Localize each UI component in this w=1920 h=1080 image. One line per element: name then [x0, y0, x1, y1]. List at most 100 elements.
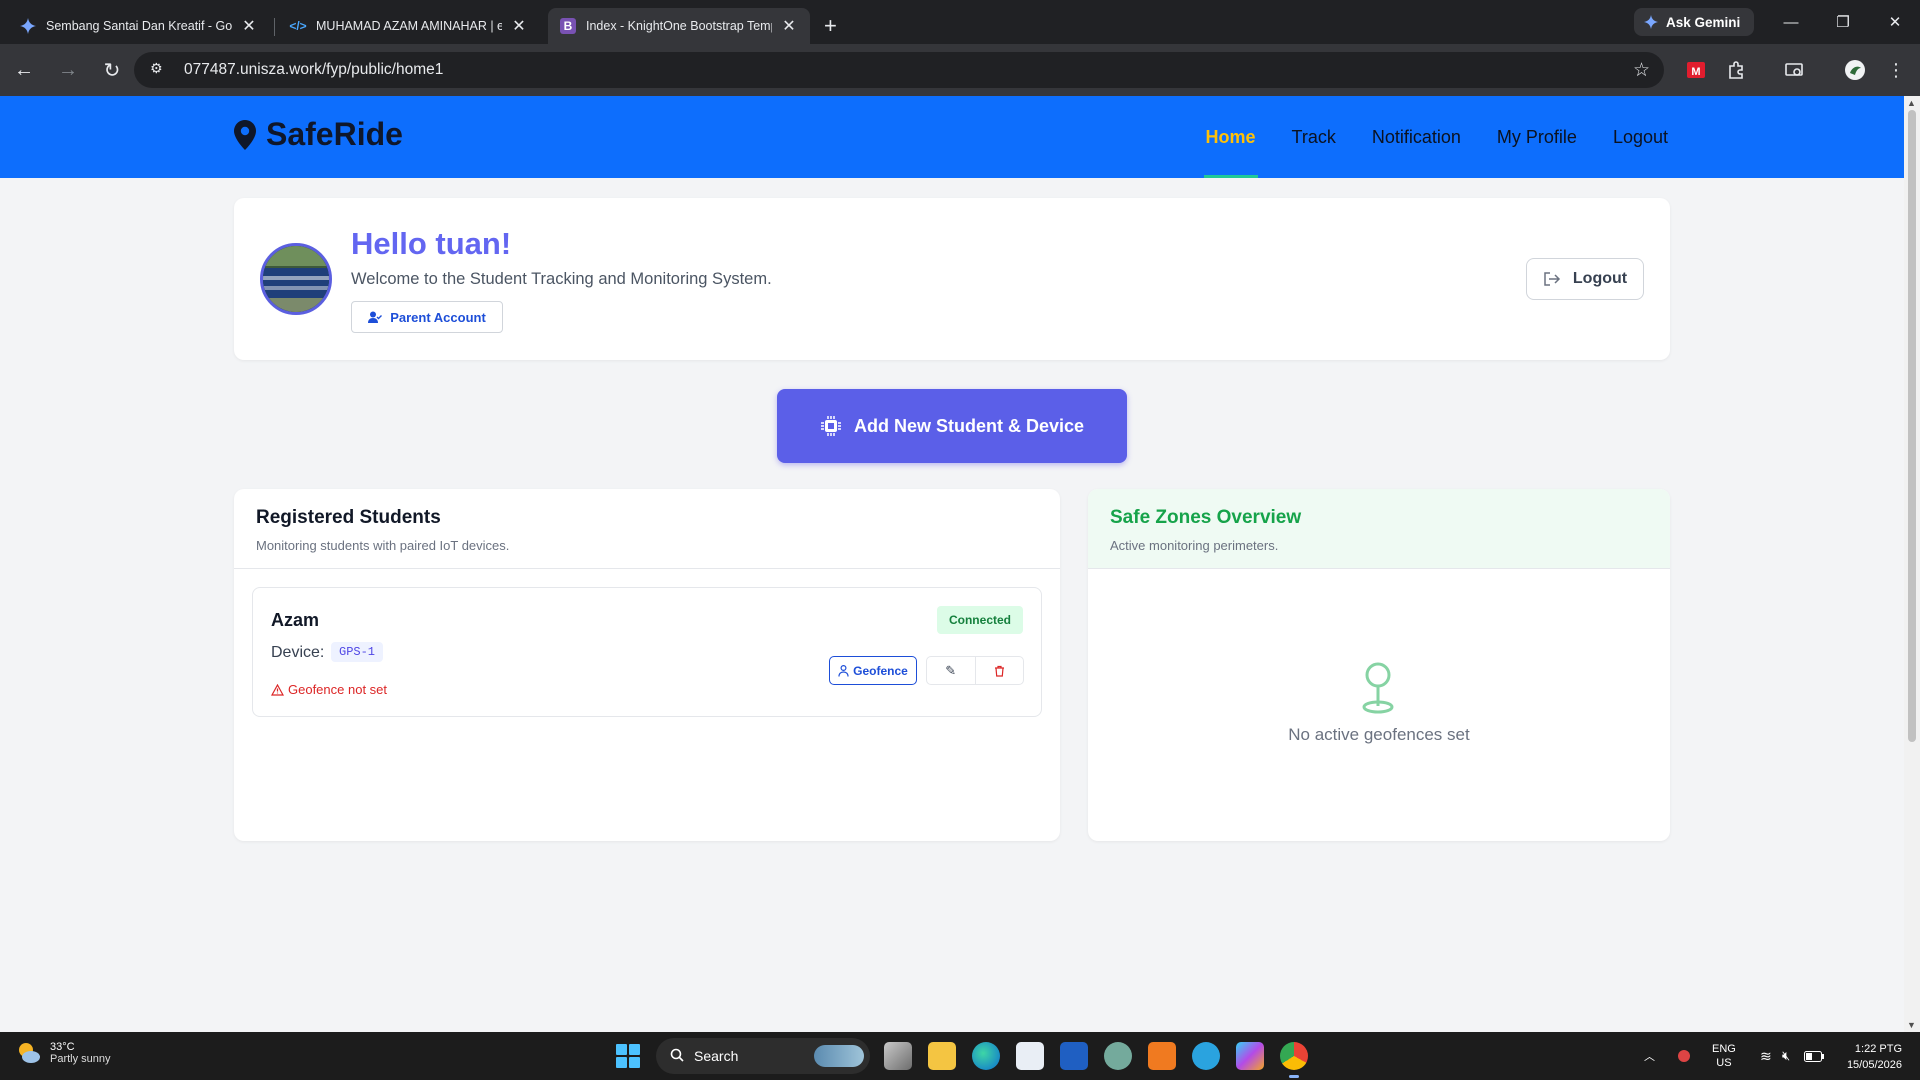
geofence-warning: Geofence not set — [271, 682, 387, 697]
avatar — [260, 243, 332, 315]
restore-button[interactable]: ❐ — [1820, 8, 1866, 36]
tab-title: Index - KnightOne Bootstrap Temp — [586, 19, 772, 33]
bootstrap-icon: B — [560, 18, 576, 34]
tab-title: MUHAMAD AZAM AMINAHAR | e — [316, 19, 502, 33]
browser-tab-3-active[interactable]: B Index - KnightOne Bootstrap Temp ✕ — [548, 8, 810, 44]
tab-title: Sembang Santai Dan Kreatif - Goo — [46, 19, 232, 33]
browser-tab-bar: Sembang Santai Dan Kreatif - Goo ✕ </> M… — [0, 0, 1920, 44]
warning-triangle-icon — [271, 683, 284, 696]
geofence-button[interactable]: Geofence — [829, 656, 917, 685]
scroll-up-arrow-icon[interactable]: ▲ — [1907, 98, 1916, 108]
reload-icon[interactable]: ↻ — [92, 50, 132, 90]
nav-link-home[interactable]: Home — [1203, 96, 1258, 178]
lang-secondary: US — [1716, 1057, 1732, 1069]
nav-link-notification[interactable]: Notification — [1372, 96, 1461, 178]
browser-toolbar: ← → ↻ ⚙ 077487.unisza.work/fyp/public/ho… — [0, 44, 1920, 96]
close-tab-icon[interactable]: ✕ — [780, 16, 798, 36]
browser-tab-2[interactable]: </> MUHAMAD AZAM AMINAHAR | e ✕ — [278, 8, 540, 44]
students-card-header: Registered Students Monitoring students … — [234, 489, 1060, 569]
file-explorer-icon[interactable] — [928, 1042, 956, 1070]
chrome-icon[interactable] — [1280, 1042, 1308, 1078]
taskbar-search-label: Search — [694, 1048, 739, 1064]
page-scrollbar[interactable]: ▲ ▼ — [1904, 96, 1920, 1032]
no-geofences-text: No active geofences set — [1288, 725, 1470, 744]
chatgpt-icon[interactable] — [1104, 1042, 1132, 1070]
weather-widget[interactable]: 33°C Partly sunny — [16, 1040, 111, 1066]
gemini-icon — [1644, 15, 1658, 29]
new-tab-button[interactable]: + — [824, 8, 837, 44]
url-text: 077487.unisza.work/fyp/public/home1 — [184, 61, 444, 78]
brand-logo[interactable]: SafeRide — [234, 116, 403, 153]
registered-students-card: Registered Students Monitoring students … — [234, 489, 1060, 841]
close-window-button[interactable]: ✕ — [1872, 8, 1918, 36]
xampp-icon[interactable] — [1148, 1042, 1176, 1070]
site-info-icon[interactable]: ⚙ — [150, 60, 170, 80]
device-label: Device: — [271, 644, 325, 661]
site-navbar: SafeRide Home Track Notification My Prof… — [0, 96, 1904, 178]
map-pin-icon — [234, 119, 256, 150]
students-title: Registered Students — [256, 507, 441, 528]
students-subtitle: Monitoring students with paired IoT devi… — [256, 538, 510, 553]
scrollbar-thumb[interactable] — [1908, 110, 1916, 742]
language-indicator[interactable]: ENG US — [1712, 1032, 1736, 1080]
logout-icon — [1544, 272, 1560, 286]
system-clock[interactable]: 1:22 PTG 15/05/2026 — [1847, 1041, 1902, 1073]
logout-label: Logout — [1572, 270, 1628, 287]
user-check-icon — [368, 311, 383, 323]
tray-chevron-up-icon[interactable]: ︿ — [1644, 1032, 1655, 1080]
forward-icon[interactable]: → — [48, 50, 88, 90]
copilot-icon[interactable] — [1236, 1042, 1264, 1070]
edge-browser-icon[interactable] — [972, 1042, 1000, 1070]
minimize-button[interactable]: — — [1768, 8, 1814, 36]
bookmark-star-icon[interactable]: ☆ — [1633, 59, 1650, 82]
telegram-icon[interactable] — [1192, 1042, 1220, 1070]
wifi-icon[interactable]: ≋ — [1760, 1032, 1772, 1080]
greeting-heading: Hello tuan! — [351, 226, 512, 261]
close-tab-icon[interactable]: ✕ — [510, 16, 528, 36]
extension-red-icon[interactable]: M — [1684, 58, 1708, 82]
close-tab-icon[interactable]: ✕ — [240, 16, 258, 36]
device-tag: GPS-1 — [331, 642, 384, 662]
chip-icon — [820, 416, 841, 436]
scroll-down-arrow-icon[interactable]: ▼ — [1907, 1020, 1916, 1030]
svg-text:M: M — [1691, 66, 1700, 78]
add-student-label: Add New Student & Device — [853, 415, 1085, 436]
back-icon[interactable]: ← — [4, 50, 44, 90]
taskbar-search[interactable]: Search — [656, 1038, 870, 1074]
nav-link-track[interactable]: Track — [1292, 96, 1336, 178]
partly-sunny-icon — [19, 1043, 40, 1063]
status-badge: Connected — [936, 606, 1023, 634]
edit-pencil-icon[interactable]: ✎ — [927, 657, 976, 684]
weather-desc: Partly sunny — [50, 1053, 111, 1065]
parent-account-button[interactable]: Parent Account — [351, 301, 503, 333]
main-menu: Home Track Notification My Profile Logou… — [1203, 96, 1668, 178]
code-icon: </> — [289, 19, 307, 33]
safe-zones-card: Safe Zones Overview Active monitoring pe… — [1088, 489, 1670, 841]
browser-tab-1[interactable]: Sembang Santai Dan Kreatif - Goo ✕ — [8, 8, 275, 44]
clock-date: 15/05/2026 — [1846, 1059, 1902, 1071]
battery-icon[interactable] — [1804, 1032, 1824, 1080]
browser-menu-icon[interactable]: ⋮ — [1884, 58, 1908, 82]
nav-link-logout[interactable]: Logout — [1613, 96, 1668, 178]
volume-muted-icon[interactable]: 🔇︎ — [1782, 1032, 1790, 1080]
zones-card-header: Safe Zones Overview Active monitoring pe… — [1088, 489, 1670, 569]
cast-search-icon[interactable] — [1782, 58, 1806, 82]
welcome-card: Hello tuan! Welcome to the Student Track… — [234, 198, 1670, 360]
ask-gemini-button[interactable]: Ask Gemini — [1634, 8, 1755, 36]
windows-taskbar: 33°C Partly sunny Search ︿ ENG US ≋ 🔇︎ 1… — [0, 1032, 1920, 1080]
add-student-device-button[interactable]: Add New Student & Device — [777, 389, 1127, 463]
address-bar[interactable]: ⚙ 077487.unisza.work/fyp/public/home1 ☆ — [134, 52, 1664, 88]
ms-store-icon[interactable] — [1016, 1042, 1044, 1070]
profile-avatar-icon[interactable] — [1843, 58, 1867, 82]
nav-link-my-profile[interactable]: My Profile — [1497, 96, 1577, 178]
tray-app-icon[interactable] — [1676, 1032, 1692, 1080]
extensions-puzzle-icon[interactable] — [1724, 58, 1748, 82]
task-view-icon[interactable] — [884, 1042, 912, 1070]
logout-button[interactable]: Logout — [1526, 258, 1644, 300]
person-icon — [838, 664, 849, 677]
word-icon[interactable] — [1060, 1042, 1088, 1070]
delete-trash-icon[interactable] — [976, 657, 1024, 684]
brand-name: SafeRide — [266, 116, 403, 152]
windows-start-icon[interactable] — [616, 1044, 640, 1068]
gemini-icon — [20, 18, 36, 34]
